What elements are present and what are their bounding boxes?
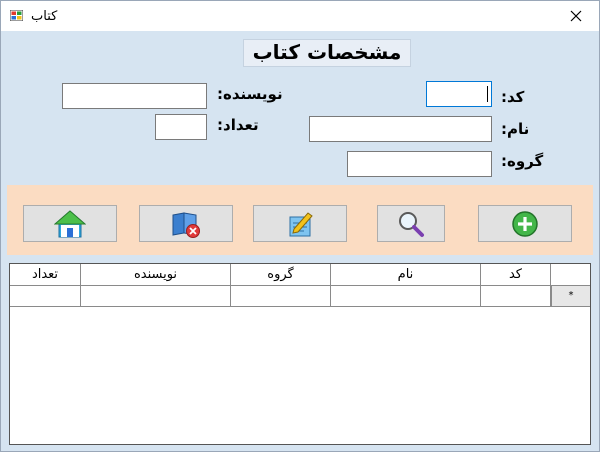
books-grid[interactable]: کد نام گروه نویسنده تعداد * [9, 263, 591, 445]
cell-code[interactable] [481, 286, 551, 307]
form-heading: مشخصات کتاب [243, 39, 411, 67]
home-button[interactable] [23, 205, 117, 242]
column-header-group[interactable]: گروه [231, 264, 331, 286]
close-button[interactable] [553, 1, 599, 31]
column-header-count[interactable]: تعداد [10, 264, 81, 286]
toolbar [7, 185, 593, 255]
delete-button[interactable] [139, 205, 233, 242]
search-icon [399, 211, 424, 237]
group-label: گروه: [501, 152, 544, 170]
cell-name[interactable] [331, 286, 481, 307]
home-icon [54, 209, 86, 237]
add-button[interactable] [478, 205, 572, 242]
text-caret [487, 86, 488, 102]
add-icon [512, 210, 538, 237]
author-field[interactable] [62, 83, 207, 109]
cell-group[interactable] [231, 286, 331, 307]
new-row-marker[interactable]: * [551, 286, 590, 307]
app-window: کتاب مشخصات کتاب کد: نام: گروه: نویسنده:… [0, 0, 600, 452]
count-label: تعداد: [217, 116, 259, 134]
cell-count[interactable] [10, 286, 81, 307]
edit-button[interactable] [253, 205, 347, 242]
name-field[interactable] [309, 116, 492, 142]
code-label: کد: [501, 88, 525, 106]
search-button[interactable] [377, 205, 445, 242]
window-title: کتاب [31, 9, 58, 24]
column-header-code[interactable]: کد [481, 264, 551, 286]
count-field[interactable] [155, 114, 207, 140]
edit-icon [289, 211, 313, 236]
title-bar: کتاب [1, 1, 599, 31]
delete-icon [172, 211, 200, 238]
close-icon [570, 10, 582, 22]
name-label: نام: [501, 120, 530, 138]
app-icon [10, 10, 23, 21]
author-label: نویسنده: [217, 85, 283, 103]
group-field[interactable] [347, 151, 492, 177]
column-header-name[interactable]: نام [331, 264, 481, 286]
row-header-corner [551, 264, 590, 286]
form-body: مشخصات کتاب کد: نام: گروه: نویسنده: تعدا… [1, 31, 599, 451]
code-field[interactable] [426, 81, 492, 107]
cell-author[interactable] [81, 286, 231, 307]
column-header-author[interactable]: نویسنده [81, 264, 231, 286]
